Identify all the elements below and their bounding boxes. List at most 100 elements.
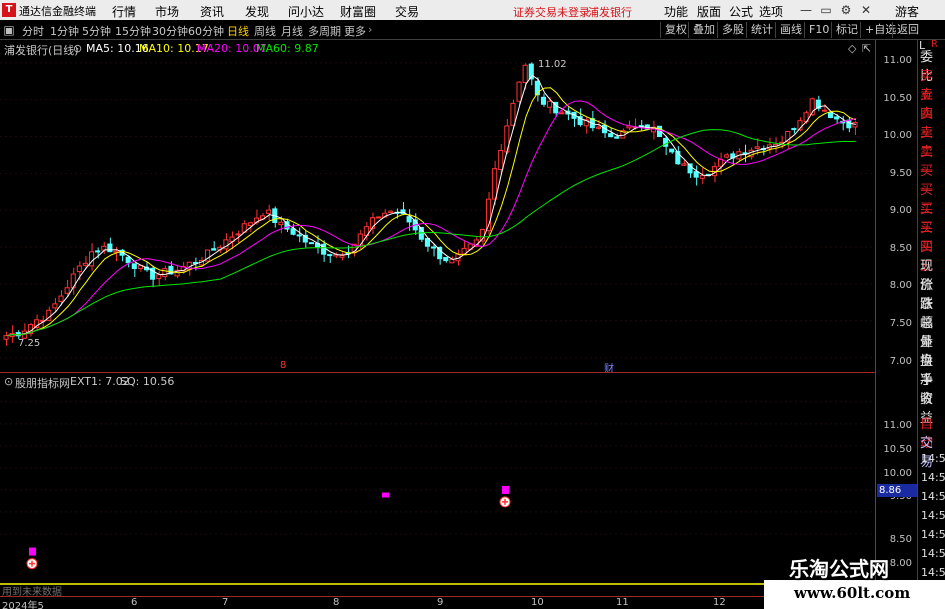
indicator-svg[interactable] — [0, 373, 875, 586]
period-monthly[interactable]: 月线 — [281, 23, 303, 39]
menu-jiaoyi[interactable]: 交易 — [395, 3, 419, 20]
period-5min[interactable]: 5分钟 — [82, 23, 111, 39]
candle-body[interactable] — [492, 168, 498, 200]
candle-body[interactable] — [559, 112, 565, 115]
period-60min[interactable]: 60分钟 — [188, 23, 224, 39]
maximize-icon[interactable]: ▭ — [817, 1, 835, 19]
candle-body[interactable] — [718, 158, 724, 167]
candle-body[interactable] — [516, 81, 522, 102]
back-button[interactable]: 返回 — [892, 22, 919, 38]
menu-banmian[interactable]: 版面 — [697, 3, 721, 20]
event-marker-1[interactable]: 8 — [280, 360, 286, 371]
signal-bar[interactable] — [502, 485, 509, 494]
candle-body[interactable] — [437, 246, 443, 260]
menu-gongneng[interactable]: 功能 — [664, 3, 688, 20]
candle-body[interactable] — [614, 136, 620, 139]
candle-body[interactable] — [388, 210, 394, 214]
signal-bar[interactable] — [29, 547, 36, 556]
candle-body[interactable] — [235, 233, 241, 236]
duogu-button[interactable]: 多股 — [717, 22, 744, 38]
candle-body[interactable] — [52, 303, 58, 309]
kline-chart[interactable]: 浦发银行(日线) ⊙ MA5: 10.16 MA10: 10.17 MA20: … — [0, 40, 875, 375]
candle-body[interactable] — [107, 243, 113, 253]
menu-toggle-icon[interactable]: ▣ — [2, 21, 16, 39]
candle-body[interactable] — [754, 146, 760, 149]
candle-body[interactable] — [266, 209, 272, 214]
close-icon[interactable]: ✕ — [857, 1, 875, 19]
huaxian-button[interactable]: 画线 — [775, 22, 802, 38]
candle-body[interactable] — [76, 265, 82, 273]
candle-body[interactable] — [290, 228, 296, 235]
settings-icon[interactable]: ⚙ — [837, 1, 855, 19]
candle-body[interactable] — [376, 216, 382, 219]
candle-body[interactable] — [547, 100, 553, 108]
candle-body[interactable] — [406, 216, 412, 223]
period-more[interactable]: 更多 — [344, 23, 366, 39]
candle-body[interactable] — [669, 148, 675, 153]
candle-body[interactable] — [278, 221, 284, 226]
candle-body[interactable] — [699, 175, 705, 179]
menu-gongshi[interactable]: 公式 — [729, 3, 753, 20]
menu-hangqing[interactable]: 行情 — [112, 3, 136, 20]
candle-body[interactable] — [443, 256, 449, 262]
candle-body[interactable] — [724, 154, 730, 158]
f10-button[interactable]: F10 — [804, 22, 829, 38]
candle-body[interactable] — [82, 262, 89, 266]
candle-body[interactable] — [339, 254, 345, 258]
menu-shichang[interactable]: 市场 — [155, 3, 179, 20]
menu-caifuquan[interactable]: 财富圈 — [340, 3, 376, 20]
period-daily[interactable]: 日线 — [227, 23, 249, 39]
kline-svg[interactable] — [0, 40, 875, 372]
guest-label[interactable]: 游客 — [895, 3, 919, 20]
fuquan-button[interactable]: 复权 — [660, 22, 687, 38]
candle-body[interactable] — [827, 112, 834, 118]
login-warning[interactable]: 证券交易未登录 — [513, 4, 590, 20]
candle-body[interactable] — [296, 234, 302, 237]
candle-body[interactable] — [834, 116, 840, 120]
candle-body[interactable] — [431, 246, 437, 249]
candle-body[interactable] — [211, 248, 217, 251]
period-multi[interactable]: 多周期 — [308, 23, 341, 39]
candle-body[interactable] — [540, 96, 547, 105]
candle-body[interactable] — [162, 268, 168, 278]
diejia-button[interactable]: 叠加 — [688, 22, 715, 38]
candle-body[interactable] — [498, 149, 504, 170]
candle-body[interactable] — [742, 152, 748, 155]
indicator-chart[interactable]: ⊙ 股朋指标网 EXT1: 7.02 SQ: 10.56 — [0, 372, 875, 585]
menu-zixun[interactable]: 资讯 — [200, 3, 224, 20]
candle-body[interactable] — [308, 242, 314, 245]
candle-body[interactable] — [327, 254, 333, 257]
menu-xuanxiang[interactable]: 选项 — [759, 3, 783, 20]
candle-body[interactable] — [510, 102, 516, 126]
expand-icon[interactable]: ⇱ — [862, 42, 871, 55]
menu-faxian[interactable]: 发现 — [245, 3, 269, 20]
candle-body[interactable] — [424, 238, 430, 247]
candle-body[interactable] — [595, 126, 602, 129]
more-chevron-icon[interactable]: › — [368, 23, 372, 36]
candle-body[interactable] — [125, 256, 131, 264]
period-weekly[interactable]: 周线 — [254, 23, 276, 39]
period-fenshi[interactable]: 分时 — [22, 23, 44, 39]
candle-body[interactable] — [247, 222, 253, 226]
candle-body[interactable] — [821, 109, 827, 112]
candle-body[interactable] — [131, 263, 137, 270]
diamond-icon[interactable]: ◇ — [848, 42, 856, 55]
candle-body[interactable] — [681, 163, 687, 166]
period-15min[interactable]: 15分钟 — [115, 23, 151, 39]
biaoji-button[interactable]: 标记 — [831, 22, 858, 38]
candle-body[interactable] — [791, 128, 797, 131]
candle-body[interactable] — [3, 335, 9, 340]
candle-body[interactable] — [58, 295, 64, 302]
candle-body[interactable] — [64, 287, 70, 294]
sub-toggle-icon[interactable]: ⊙ — [4, 375, 13, 388]
add-favorite-button[interactable]: +自选 — [860, 22, 896, 38]
menu-wenxiaoda[interactable]: 问小达 — [288, 3, 324, 20]
indicator-toggle-icon[interactable]: ⊙ — [73, 42, 82, 55]
candle-body[interactable] — [95, 250, 101, 253]
period-1min[interactable]: 1分钟 — [50, 23, 79, 39]
period-30min[interactable]: 30分钟 — [152, 23, 188, 39]
candle-body[interactable] — [608, 133, 614, 138]
candle-body[interactable] — [693, 171, 699, 178]
tongji-button[interactable]: 统计 — [746, 22, 773, 38]
minimize-icon[interactable]: — — [797, 1, 815, 19]
